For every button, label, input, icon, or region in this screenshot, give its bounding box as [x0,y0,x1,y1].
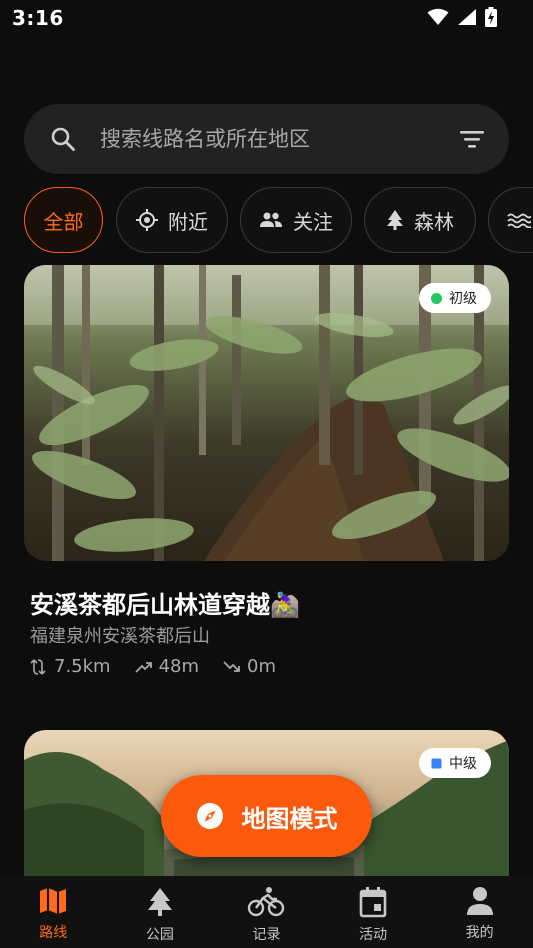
difficulty-badge: 中级 [419,748,491,778]
stat-ascent-value: 48m [158,656,200,677]
chip-nearby[interactable]: 附近 [116,187,228,253]
cell-signal-icon [458,9,476,25]
filter-icon[interactable] [459,128,485,150]
route-stats: 7.5km 48m 0m [30,656,276,677]
stat-descent: 0m [223,656,276,677]
chip-forest[interactable]: 森林 [364,187,476,253]
people-icon [260,212,282,227]
nav-record[interactable]: 记录 [213,876,320,948]
tree-icon [147,888,172,916]
nav-label: 路线 [39,925,68,941]
stat-distance-value: 7.5km [54,656,111,677]
calendar-icon [359,887,387,918]
tree-icon [387,210,403,230]
nav-profile[interactable]: 我的 [426,876,533,948]
trending-down-icon [223,660,240,672]
route-title[interactable]: 安溪茶都后山林道穿越🚵‍♀ [30,585,300,620]
chip-label: 森林 [414,209,454,234]
compass-icon [196,803,223,829]
stat-distance: 7.5km [30,656,111,677]
route-location: 福建泉州安溪茶都后山 [30,626,210,647]
location-target-icon [136,209,158,231]
waves-icon [507,213,531,228]
route-distance-icon [30,658,46,675]
stat-descent-value: 0m [247,656,277,677]
search-input[interactable] [100,122,440,156]
chip-water[interactable] [488,187,533,253]
bike-icon [248,887,285,917]
difficulty-label: 中级 [449,756,477,772]
map-mode-button[interactable]: 地图模式 [161,775,372,857]
nav-events[interactable]: 活动 [320,876,427,948]
map-icon [40,888,67,914]
bottom-nav: 路线 公园 记录 活动 我的 [0,876,533,948]
status-icons [427,7,497,27]
nav-label: 我的 [465,925,494,941]
chip-following[interactable]: 关注 [240,187,352,253]
search-icon [51,127,75,151]
difficulty-dot [431,292,442,304]
difficulty-label: 初级 [449,291,477,307]
nav-label: 记录 [252,927,281,943]
stat-ascent: 48m [134,656,200,677]
trending-up-icon [134,661,152,673]
difficulty-badge: 初级 [419,283,491,313]
battery-charging-icon [485,7,497,27]
search-bar[interactable] [24,104,509,174]
chip-all[interactable]: 全部 [24,187,103,253]
status-bar: 3:16 [0,0,533,38]
map-mode-label: 地图模式 [241,804,338,833]
route-card-image[interactable]: 初级 [24,265,509,561]
nav-label: 活动 [359,927,388,943]
chip-label: 全部 [43,209,84,234]
person-icon [466,887,493,915]
status-time: 3:16 [12,6,64,30]
nav-label: 公园 [145,927,174,943]
filter-chips: 全部 附近 关注 森林 [24,187,533,253]
chip-label: 关注 [293,209,333,234]
nav-parks[interactable]: 公园 [107,876,214,948]
nav-routes[interactable]: 路线 [0,876,107,948]
chip-label: 附近 [168,209,208,234]
difficulty-dot [431,758,442,768]
wifi-icon [427,8,449,25]
